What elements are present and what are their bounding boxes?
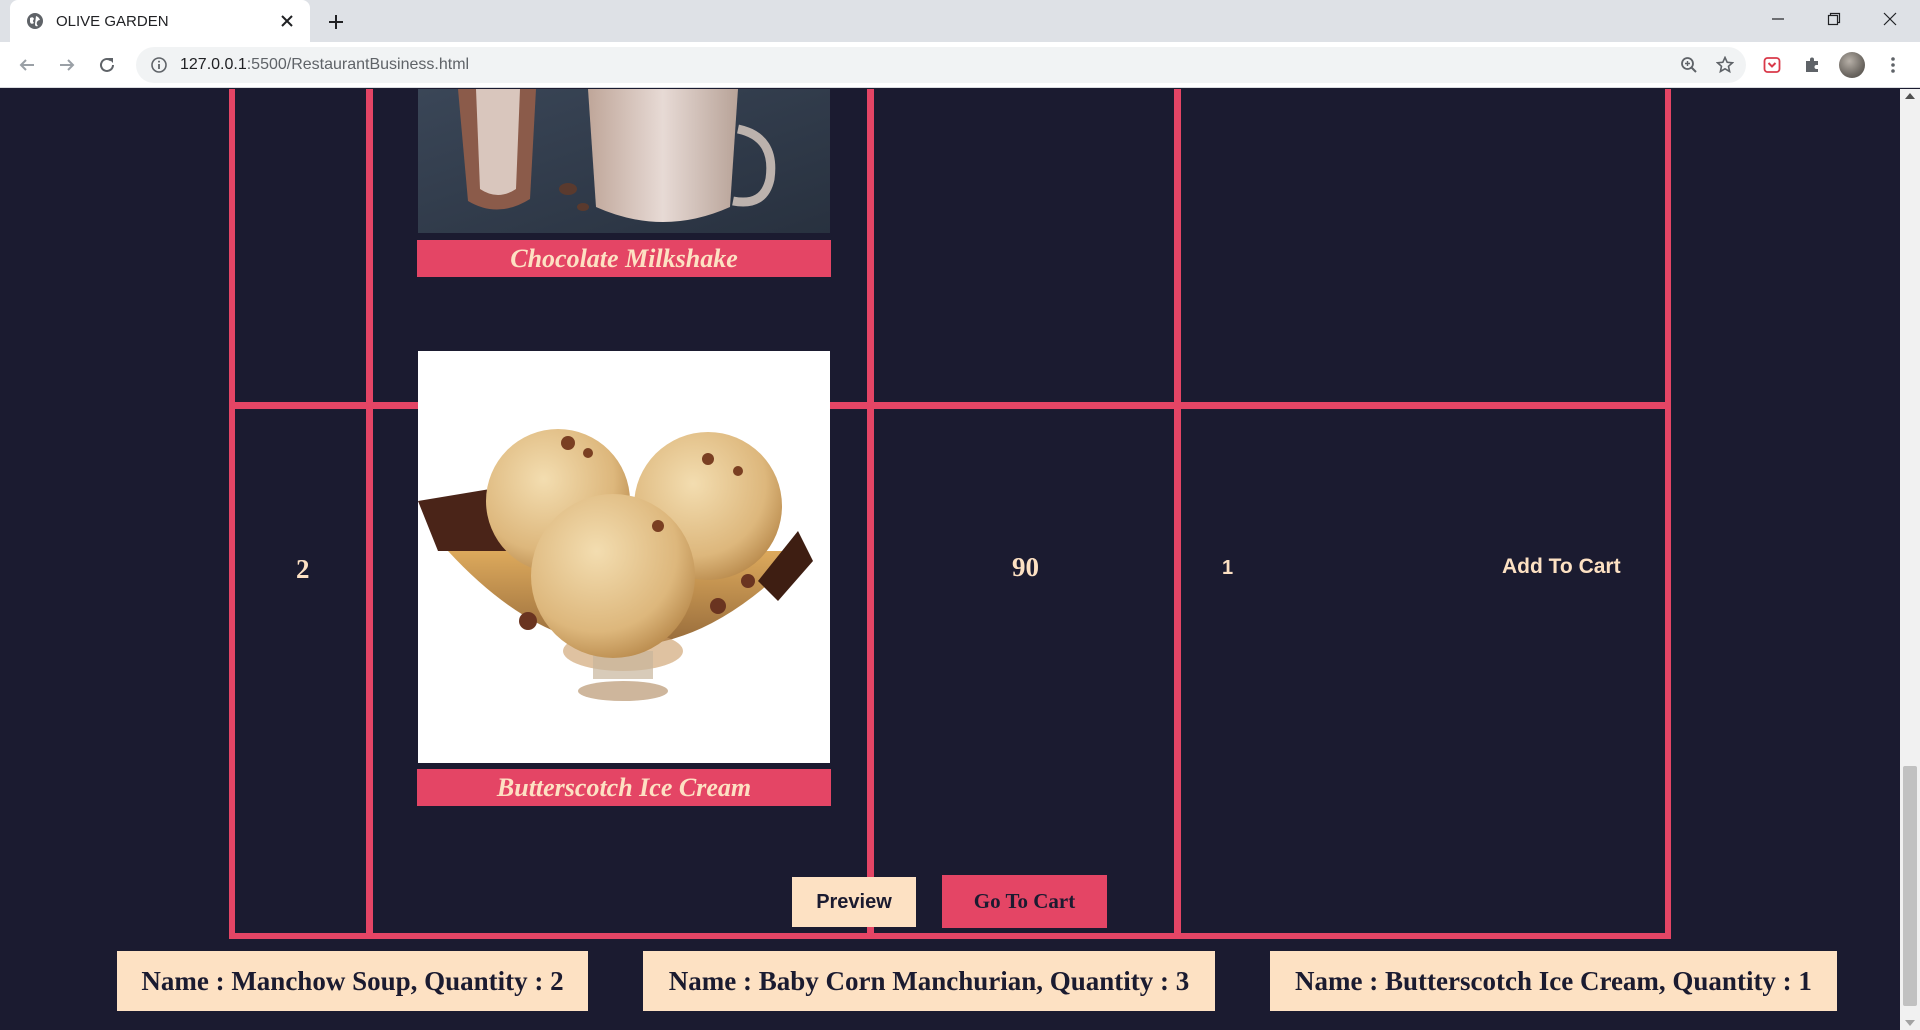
table-divider [1174, 89, 1181, 933]
bookmark-star-icon[interactable] [1710, 50, 1740, 80]
url-host: 127.0.0.1 [180, 56, 247, 73]
minimize-window-button[interactable] [1750, 0, 1806, 38]
scroll-up-arrow-icon[interactable] [1905, 93, 1915, 99]
restore-window-button[interactable] [1806, 0, 1862, 38]
reload-icon[interactable] [92, 50, 122, 80]
item-number: 2 [296, 554, 310, 584]
address-bar[interactable]: 127.0.0.1:5500/RestaurantBusiness.html [136, 47, 1746, 83]
tab-title: OLIVE GARDEN [56, 12, 169, 30]
page-content: Chocolate Milkshake 2 Butterscotch Ice C… [0, 89, 1900, 1030]
close-tab-icon[interactable] [276, 10, 298, 32]
zoom-icon[interactable] [1674, 50, 1704, 80]
browser-toolbar: 127.0.0.1:5500/RestaurantBusiness.html [0, 42, 1920, 88]
item-name-label: Chocolate Milkshake [417, 240, 831, 277]
go-to-cart-button[interactable]: Go To Cart [942, 875, 1107, 928]
more-menu-icon[interactable] [1878, 50, 1908, 80]
cart-summary-item: Name : Butterscotch Ice Cream, Quantity … [1270, 951, 1837, 1011]
preview-button[interactable]: Preview [792, 877, 916, 927]
table-divider [867, 89, 874, 933]
close-window-button[interactable] [1862, 0, 1918, 38]
scroll-down-arrow-icon[interactable] [1905, 1020, 1915, 1026]
url-text: 127.0.0.1:5500/RestaurantBusiness.html [180, 56, 1674, 74]
new-tab-button[interactable] [322, 8, 350, 36]
globe-icon [26, 12, 44, 30]
back-arrow-icon[interactable] [12, 50, 42, 80]
site-info-icon[interactable] [150, 56, 168, 74]
cart-summary-item: Name : Baby Corn Manchurian, Quantity : … [643, 951, 1215, 1011]
pocket-extension-icon[interactable] [1757, 50, 1787, 80]
item-quantity: 1 [1222, 557, 1234, 579]
butterscotch-ice-cream-image [418, 351, 830, 763]
scrollbar-thumb[interactable] [1903, 766, 1917, 1006]
browser-tab-strip: OLIVE GARDEN [0, 0, 1920, 42]
chocolate-milkshake-image [418, 89, 830, 233]
page-scrollbar[interactable] [1900, 89, 1920, 1030]
url-path: :5500/RestaurantBusiness.html [246, 56, 470, 73]
avatar [1839, 52, 1865, 78]
cart-summary-item: Name : Manchow Soup, Quantity : 2 [117, 951, 588, 1011]
item-price: 90 [1012, 552, 1039, 582]
browser-tab[interactable]: OLIVE GARDEN [10, 0, 310, 42]
table-divider [366, 89, 373, 933]
item-name-label: Butterscotch Ice Cream [417, 769, 831, 806]
add-to-cart-button[interactable]: Add To Cart [1502, 555, 1621, 579]
forward-arrow-icon[interactable] [52, 50, 82, 80]
profile-avatar[interactable] [1837, 50, 1867, 80]
extensions-puzzle-icon[interactable] [1797, 50, 1827, 80]
